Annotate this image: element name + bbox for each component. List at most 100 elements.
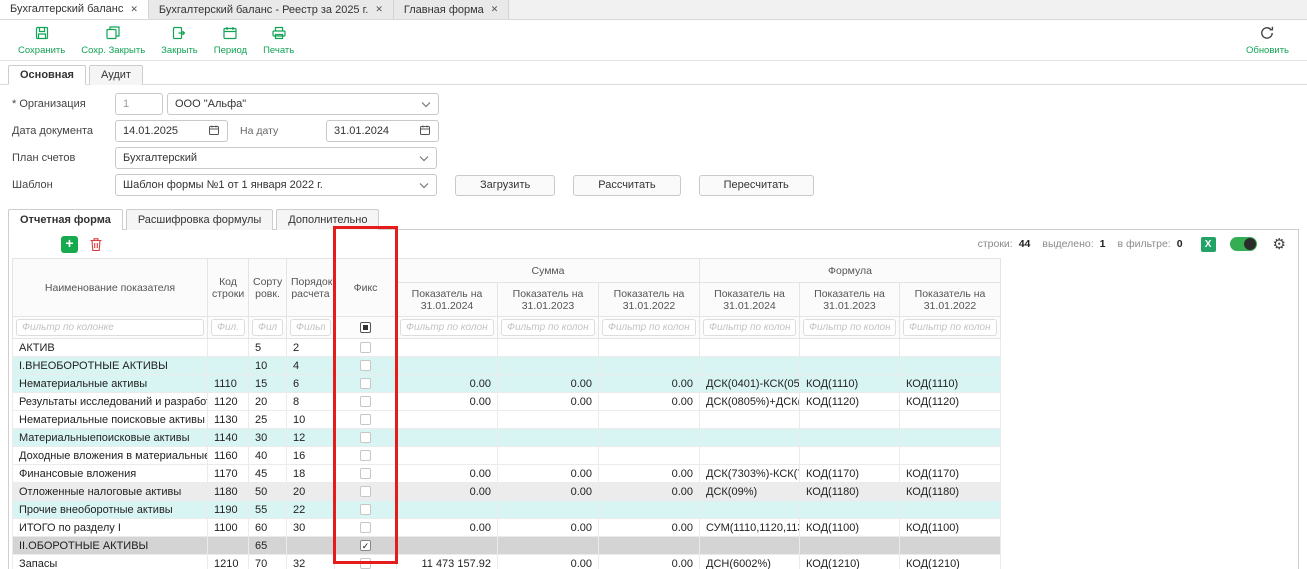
- fix-checkbox[interactable]: [360, 486, 371, 497]
- fix-checkbox[interactable]: [360, 342, 371, 353]
- cell-sort: 65: [249, 537, 287, 555]
- cell-fix: [335, 357, 397, 375]
- fix-checkbox[interactable]: ✓: [360, 540, 371, 551]
- col-header-order[interactable]: Порядок расчета: [287, 259, 335, 317]
- cell-formula-2023: КОД(1110): [800, 375, 900, 393]
- calendar-icon[interactable]: [208, 124, 220, 139]
- table-row[interactable]: Доходные вложения в материальные ц... 11…: [13, 447, 1001, 465]
- col-header-sum-2022[interactable]: Показатель на 31.01.2022: [599, 283, 700, 317]
- tab-main[interactable]: Основная: [8, 65, 86, 85]
- fix-checkbox[interactable]: [360, 558, 371, 569]
- col-header-sort[interactable]: Сорту ровк.: [249, 259, 287, 317]
- cell-formula-2023: [800, 357, 900, 375]
- table-row[interactable]: Прочие внеоборотные активы 1190 55 22: [13, 501, 1001, 519]
- tab-additional[interactable]: Дополнительно: [276, 209, 379, 230]
- col-header-fix[interactable]: Фикс: [335, 259, 397, 317]
- table-row[interactable]: Нематериальные активы 1110 15 6 0.00 0.0…: [13, 375, 1001, 393]
- filter-input-name[interactable]: [16, 319, 204, 336]
- filter-input-sort[interactable]: [252, 319, 283, 336]
- window-tab-main-form[interactable]: Главная форма ✕: [394, 0, 509, 19]
- col-header-code[interactable]: Код строки: [208, 259, 249, 317]
- organization-select[interactable]: ООО "Альфа": [167, 93, 439, 115]
- col-header-sum-2023[interactable]: Показатель на 31.01.2023: [498, 283, 599, 317]
- cell-formula-2023: [800, 339, 900, 357]
- cell-formula-2023: КОД(1210): [800, 555, 900, 569]
- cell-fix: [335, 555, 397, 569]
- load-button[interactable]: Загрузить: [455, 175, 555, 196]
- fix-checkbox[interactable]: [360, 432, 371, 443]
- filter-input-code[interactable]: [211, 319, 245, 336]
- filter-input-sum-2022[interactable]: [602, 319, 696, 336]
- fix-checkbox[interactable]: [360, 360, 371, 371]
- cell-formula-2022: КОД(1120): [900, 393, 1001, 411]
- settings-gear-icon[interactable]: ⚙: [1273, 237, 1286, 252]
- window-tab-balance[interactable]: Бухгалтерский баланс ✕: [0, 0, 149, 19]
- table-row[interactable]: I.ВНЕОБОРОТНЫЕ АКТИВЫ 10 4: [13, 357, 1001, 375]
- filter-input-formula-2023[interactable]: [803, 319, 896, 336]
- cell-formula-2024: ДСК(0401)-КСК(0501): [700, 375, 800, 393]
- document-form: * Организация 1 ООО "Альфа" Дата докумен…: [0, 85, 1307, 207]
- fix-checkbox[interactable]: [360, 504, 371, 515]
- table-row[interactable]: АКТИВ 5 2: [13, 339, 1001, 357]
- col-header-name[interactable]: Наименование показателя: [13, 259, 208, 317]
- table-row[interactable]: Результаты исследований и разработок 112…: [13, 393, 1001, 411]
- fix-checkbox[interactable]: [360, 378, 371, 389]
- template-select[interactable]: Шаблон формы №1 от 1 января 2022 г.: [115, 174, 437, 196]
- recalculate-button[interactable]: Пересчитать: [699, 175, 814, 196]
- col-header-formula-2024[interactable]: Показатель на 31.01.2024: [700, 283, 800, 317]
- table-row[interactable]: Нематериальные поисковые активы 1130 25 …: [13, 411, 1001, 429]
- cell-fix: [335, 429, 397, 447]
- table-body: АКТИВ 5 2 I.ВНЕОБОРОТНЫЕ АКТИВЫ 10 4 Нем…: [13, 339, 1001, 569]
- organization-code-field[interactable]: 1: [115, 93, 163, 115]
- table-row[interactable]: Отложенные налоговые активы 1180 50 20 0…: [13, 483, 1001, 501]
- filter-input-sum-2023[interactable]: [501, 319, 595, 336]
- table-row[interactable]: ИТОГО по разделу I 1100 60 30 0.00 0.00 …: [13, 519, 1001, 537]
- cell-name: АКТИВ: [13, 339, 208, 357]
- save-button[interactable]: Сохранить: [10, 21, 73, 59]
- tab-close-icon[interactable]: ✕: [491, 4, 499, 15]
- filter-input-formula-2022[interactable]: [903, 319, 997, 336]
- calculate-button[interactable]: Рассчитать: [573, 175, 680, 196]
- table-row[interactable]: Финансовые вложения 1170 45 18 0.00 0.00…: [13, 465, 1001, 483]
- fix-checkbox[interactable]: [360, 396, 371, 407]
- add-row-button[interactable]: +: [61, 236, 78, 253]
- close-form-button[interactable]: Закрыть: [153, 21, 206, 59]
- cell-sum-2024: [397, 429, 498, 447]
- refresh-button[interactable]: Обновить: [1238, 21, 1297, 59]
- table-row[interactable]: II.ОБОРОТНЫЕ АКТИВЫ 65 ✓: [13, 537, 1001, 555]
- tab-close-icon[interactable]: ✕: [375, 4, 383, 15]
- filter-input-sum-2024[interactable]: [400, 319, 494, 336]
- chart-of-accounts-select[interactable]: Бухгалтерский: [115, 147, 437, 169]
- excel-export-icon[interactable]: X: [1201, 237, 1216, 252]
- fix-checkbox[interactable]: [360, 522, 371, 533]
- cell-fix: [335, 393, 397, 411]
- filter-input-formula-2024[interactable]: [703, 319, 796, 336]
- fix-checkbox[interactable]: [360, 468, 371, 479]
- fix-checkbox[interactable]: [360, 414, 371, 425]
- table-row[interactable]: Материальныепоисковые активы 1140 30 12: [13, 429, 1001, 447]
- tab-formula-details[interactable]: Расшифровка формулы: [126, 209, 273, 230]
- tab-close-icon[interactable]: ✕: [130, 4, 138, 15]
- period-button[interactable]: Период: [206, 21, 255, 59]
- cell-fix: [335, 465, 397, 483]
- print-button[interactable]: Печать: [255, 21, 302, 59]
- cell-order: 22: [287, 501, 335, 519]
- save-close-button[interactable]: Сохр. Закрыть: [73, 21, 153, 59]
- cell-formula-2022: КОД(1170): [900, 465, 1001, 483]
- filter-toggle[interactable]: [1230, 237, 1257, 251]
- filter-input-order[interactable]: [290, 319, 331, 336]
- on-date-field[interactable]: 31.01.2024: [326, 120, 439, 142]
- grid-status: строки: 44 выделено: 1 в фильтре: 0 X ⚙: [978, 237, 1286, 252]
- col-header-formula-2023[interactable]: Показатель на 31.01.2023: [800, 283, 900, 317]
- calendar-icon[interactable]: [419, 124, 431, 139]
- fix-select-all-checkbox[interactable]: [360, 322, 371, 333]
- table-row[interactable]: Запасы 1210 70 32 11 473 157.92 0.00 0.0…: [13, 555, 1001, 569]
- col-header-formula-2022[interactable]: Показатель на 31.01.2022: [900, 283, 1001, 317]
- col-header-sum-2024[interactable]: Показатель на 31.01.2024: [397, 283, 498, 317]
- window-tab-registry[interactable]: Бухгалтерский баланс - Реестр за 2025 г.…: [149, 0, 394, 19]
- delete-row-button[interactable]: [89, 237, 103, 252]
- fix-checkbox[interactable]: [360, 450, 371, 461]
- tab-audit[interactable]: Аудит: [89, 65, 143, 85]
- doc-date-field[interactable]: 14.01.2025: [115, 120, 228, 142]
- tab-report-form[interactable]: Отчетная форма: [8, 209, 123, 230]
